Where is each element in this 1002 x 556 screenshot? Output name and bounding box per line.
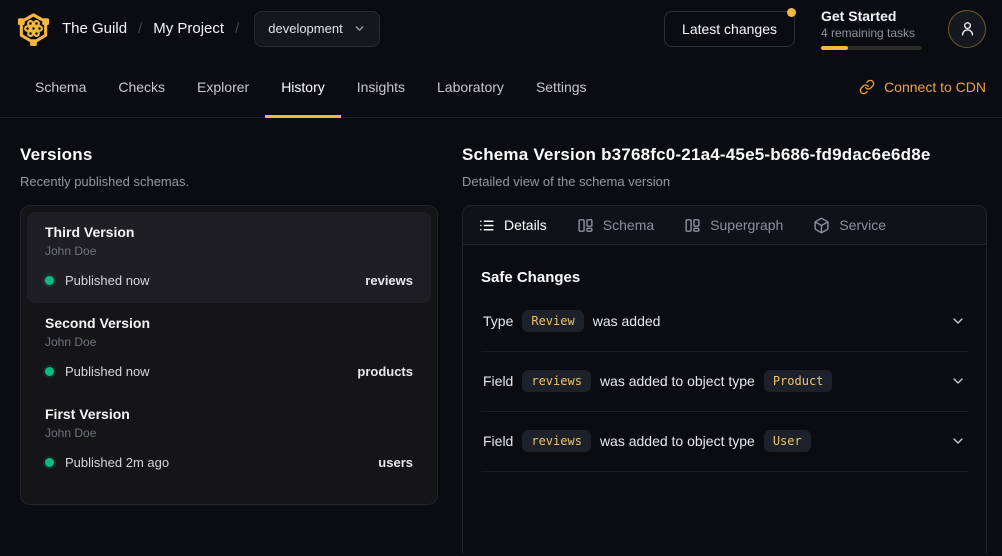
breadcrumb-project[interactable]: My Project xyxy=(153,20,224,37)
detail-tab-schema[interactable]: Schema xyxy=(577,217,654,234)
version-list-item[interactable]: First Version John Doe Published 2m ago … xyxy=(27,394,431,485)
schema-version-subtitle: Detailed view of the schema version xyxy=(462,174,987,189)
list-icon xyxy=(478,217,495,234)
connect-to-cdn-label: Connect to CDN xyxy=(884,79,986,95)
tab-laboratory[interactable]: Laboratory xyxy=(421,57,520,117)
version-author: John Doe xyxy=(45,335,413,349)
panels-icon xyxy=(684,217,701,234)
target-selector-dropdown[interactable]: development xyxy=(254,11,379,47)
change-text: was added to object type xyxy=(600,373,755,389)
chevron-down-icon xyxy=(353,22,366,35)
version-detail-panel: Details Schema Sup xyxy=(462,205,987,554)
change-code-badge: reviews xyxy=(522,430,591,452)
version-author: John Doe xyxy=(45,426,413,440)
chevron-down-icon[interactable] xyxy=(950,373,966,389)
change-row[interactable]: Field reviews was added to object type U… xyxy=(481,412,968,472)
version-service-name: users xyxy=(378,455,413,470)
versions-subtitle: Recently published schemas. xyxy=(20,174,438,189)
app-header: The Guild / My Project / development Lat… xyxy=(0,0,1002,57)
detail-tabbar: Details Schema Sup xyxy=(463,206,986,245)
panels-icon xyxy=(577,217,594,234)
change-code-badge: Review xyxy=(522,310,583,332)
version-status: Published now xyxy=(65,364,150,379)
target-selector-value: development xyxy=(268,21,342,36)
chevron-down-icon[interactable] xyxy=(950,313,966,329)
version-status: Published now xyxy=(65,273,150,288)
published-status-dot xyxy=(45,458,54,467)
connect-to-cdn-link[interactable]: Connect to CDN xyxy=(859,57,986,117)
get-started-widget[interactable]: Get Started 4 remaining tasks xyxy=(821,8,922,50)
tab-settings[interactable]: Settings xyxy=(520,57,603,117)
change-prefix: Type xyxy=(483,313,513,329)
get-started-progress-track xyxy=(821,46,922,50)
get-started-title: Get Started xyxy=(821,8,922,24)
main-content: Versions Recently published schemas. Thi… xyxy=(0,118,1002,556)
version-list-item[interactable]: Third Version John Doe Published now rev… xyxy=(27,212,431,303)
get-started-subtitle: 4 remaining tasks xyxy=(821,26,922,40)
change-code-badge: User xyxy=(764,430,811,452)
version-author: John Doe xyxy=(45,244,413,258)
change-text: was added to object type xyxy=(600,433,755,449)
detail-tab-service[interactable]: Service xyxy=(813,217,886,234)
tab-insights[interactable]: Insights xyxy=(341,57,421,117)
change-prefix: Field xyxy=(483,373,513,389)
published-status-dot xyxy=(45,367,54,376)
tab-checks[interactable]: Checks xyxy=(102,57,181,117)
tab-explorer[interactable]: Explorer xyxy=(181,57,265,117)
link-icon xyxy=(859,79,875,95)
change-code-badge: Product xyxy=(764,370,833,392)
tab-schema[interactable]: Schema xyxy=(19,57,102,117)
user-icon xyxy=(959,20,976,37)
get-started-progress-fill xyxy=(821,46,848,50)
version-detail-column: Schema Version b3768fc0-21a4-45e5-b686-f… xyxy=(462,118,1002,556)
breadcrumb-separator: / xyxy=(138,20,142,37)
user-avatar-button[interactable] xyxy=(948,10,986,48)
latest-changes-button[interactable]: Latest changes xyxy=(664,11,795,47)
change-row[interactable]: Type Review was added xyxy=(481,292,968,352)
version-service-name: products xyxy=(357,364,413,379)
version-name: Second Version xyxy=(45,315,413,331)
version-name: First Version xyxy=(45,406,413,422)
detail-tab-label: Schema xyxy=(603,217,654,233)
detail-tab-label: Details xyxy=(504,217,547,233)
safe-changes-heading: Safe Changes xyxy=(481,269,968,286)
notification-dot xyxy=(787,8,796,17)
version-list-item[interactable]: Second Version John Doe Published now pr… xyxy=(27,303,431,394)
versions-column: Versions Recently published schemas. Thi… xyxy=(0,118,462,556)
versions-title: Versions xyxy=(20,145,438,165)
change-text: was added xyxy=(593,313,661,329)
detail-panel-content: Safe Changes Type Review was added Field… xyxy=(463,245,986,472)
chevron-down-icon[interactable] xyxy=(950,433,966,449)
version-service-name: reviews xyxy=(365,273,413,288)
hive-logo-icon[interactable] xyxy=(16,11,51,46)
cube-icon xyxy=(813,217,830,234)
version-name: Third Version xyxy=(45,224,413,240)
published-status-dot xyxy=(45,276,54,285)
versions-list: Third Version John Doe Published now rev… xyxy=(20,205,438,505)
change-prefix: Field xyxy=(483,433,513,449)
detail-tab-details[interactable]: Details xyxy=(478,217,547,234)
detail-tab-label: Service xyxy=(839,217,886,233)
version-status: Published 2m ago xyxy=(65,455,169,470)
change-row[interactable]: Field reviews was added to object type P… xyxy=(481,352,968,412)
detail-tab-label: Supergraph xyxy=(710,217,783,233)
detail-tab-supergraph[interactable]: Supergraph xyxy=(684,217,783,234)
schema-version-title: Schema Version b3768fc0-21a4-45e5-b686-f… xyxy=(462,145,987,165)
tab-history[interactable]: History xyxy=(265,57,341,117)
latest-changes-label: Latest changes xyxy=(682,21,777,37)
change-code-badge: reviews xyxy=(522,370,591,392)
primary-nav: Schema Checks Explorer History Insights … xyxy=(0,57,1002,118)
breadcrumb-org[interactable]: The Guild xyxy=(62,20,127,37)
breadcrumb-separator: / xyxy=(235,20,239,37)
